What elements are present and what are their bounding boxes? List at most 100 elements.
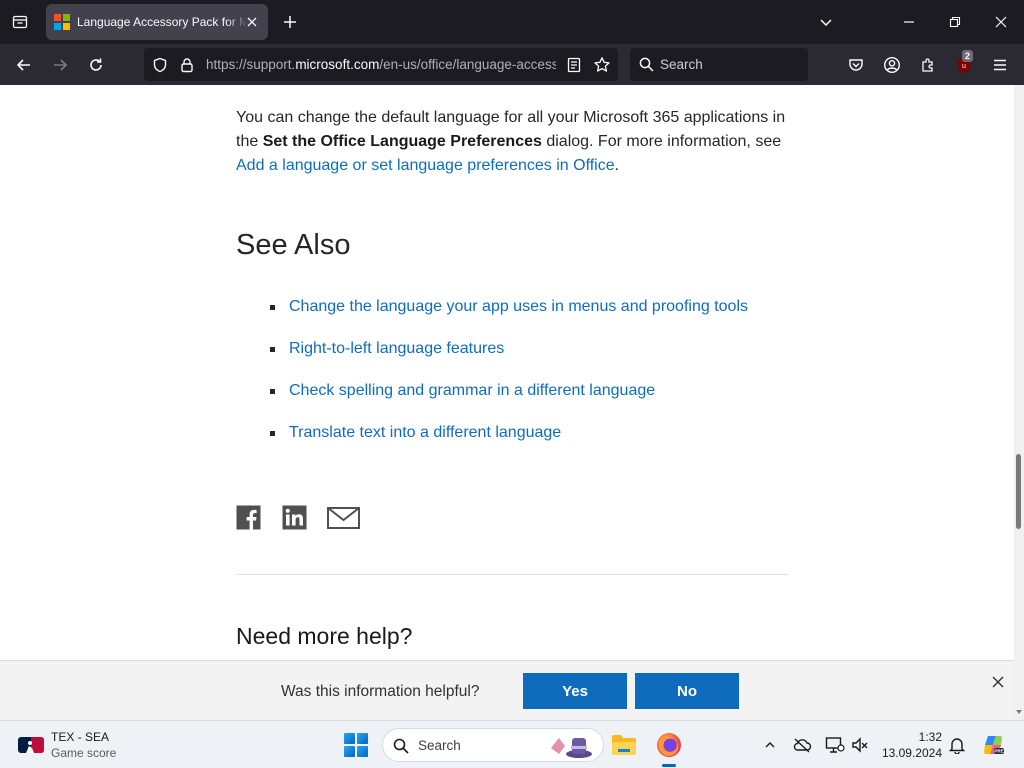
show-hidden-icons-button[interactable] [760, 735, 780, 755]
see-also-link[interactable]: Translate text into a different language [289, 421, 561, 445]
copilot-icon: PRE [984, 736, 1004, 754]
windows-logo-icon [357, 733, 368, 744]
display-tray-button[interactable] [825, 735, 845, 755]
widget-subtitle: Game score [51, 746, 117, 760]
app-menu-button[interactable] [986, 51, 1014, 79]
page-viewport: You can change the default language for … [0, 85, 1014, 720]
feedback-question: Was this information helpful? [281, 683, 480, 700]
feedback-no-button[interactable]: No [635, 673, 739, 709]
volume-tray-button[interactable] [850, 735, 870, 755]
tab-list-icon [12, 15, 28, 29]
firefox-taskbar-button[interactable] [653, 729, 685, 761]
scrollbar-thumb[interactable] [1016, 454, 1021, 529]
tracking-protection-icon[interactable] [150, 55, 170, 75]
search-highlight-icon [551, 738, 592, 758]
feedback-bar: Was this information helpful? Yes No [0, 660, 1014, 720]
feedback-yes-button[interactable]: Yes [523, 673, 627, 709]
site-security-icon[interactable] [177, 55, 197, 75]
monitor-icon [825, 737, 845, 753]
url-path: /en-us/office/language-accessory-pack-fo… [379, 57, 556, 72]
shield-icon [153, 57, 167, 73]
tab-close-button[interactable] [242, 12, 262, 32]
active-tab[interactable]: Language Accessory Pack for Microsoft 36… [46, 4, 268, 40]
feedback-close-button[interactable] [992, 675, 1008, 691]
bullet [270, 389, 275, 394]
extensions-button[interactable] [914, 51, 942, 79]
window-close-button[interactable] [987, 8, 1015, 36]
mlb-logo-icon [18, 737, 44, 753]
page-scrollbar[interactable] [1014, 85, 1024, 720]
browser-navbar: https://support.microsoft.com/en-us/offi… [0, 44, 1024, 85]
onedrive-tray-button[interactable] [792, 735, 812, 755]
intro-paragraph: You can change the default language for … [236, 106, 796, 178]
svg-text:u: u [962, 63, 966, 70]
extension-badge: 2 [962, 50, 974, 62]
see-also-link[interactable]: Right-to-left language features [289, 337, 504, 361]
close-icon [995, 16, 1007, 28]
bookmark-button[interactable] [592, 55, 612, 75]
copilot-button[interactable]: PRE [980, 732, 1006, 758]
notifications-button[interactable] [947, 735, 967, 755]
clock-date: 13.09.2024 [881, 746, 942, 760]
taskbar-search[interactable]: Search [382, 728, 604, 762]
tab-title: Language Accessory Pack for Microsoft 36… [77, 15, 247, 29]
share-facebook-button[interactable] [236, 505, 270, 531]
scroll-down-arrow-icon[interactable] [1015, 708, 1023, 716]
account-icon [883, 56, 901, 74]
minimize-button[interactable] [895, 8, 923, 36]
cloud-offline-icon [793, 738, 812, 753]
browser-tabbar: Language Accessory Pack for Microsoft 36… [0, 0, 1024, 44]
microsoft-logo-icon [54, 14, 70, 30]
facebook-icon [236, 505, 261, 530]
start-button[interactable] [344, 733, 368, 757]
url-prefix: https://support. [206, 57, 296, 72]
pocket-button[interactable] [842, 51, 870, 79]
see-also-link[interactable]: Change the language your app uses in men… [289, 295, 748, 319]
back-button[interactable] [10, 51, 38, 79]
forward-button[interactable] [46, 51, 74, 79]
share-linkedin-button[interactable] [282, 505, 316, 531]
list-tabs-dropdown-button[interactable] [812, 8, 840, 36]
list-all-tabs-button[interactable] [6, 8, 34, 36]
language-preferences-link[interactable]: Add a language or set language preferenc… [236, 157, 615, 174]
share-email-button[interactable] [327, 505, 361, 531]
url-text[interactable]: https://support.microsoft.com/en-us/offi… [206, 57, 556, 72]
mail-icon [327, 507, 360, 529]
intro-text: . [614, 157, 620, 174]
reload-button[interactable] [82, 51, 110, 79]
search-bar[interactable]: Search [630, 48, 808, 81]
reader-view-button[interactable] [564, 55, 584, 75]
url-host: microsoft.com [295, 57, 380, 72]
plus-icon [284, 16, 296, 28]
search-icon [393, 738, 409, 754]
puzzle-icon [922, 58, 933, 72]
arrow-left-icon [16, 59, 30, 71]
folder-icon [612, 735, 636, 755]
star-icon [594, 57, 610, 72]
account-button[interactable] [878, 51, 906, 79]
close-icon [992, 676, 1004, 688]
chevron-up-icon [765, 742, 775, 748]
sports-widget[interactable]: TEX - SEA Game score [16, 729, 146, 763]
see-also-link[interactable]: Check spelling and grammar in a differen… [289, 379, 655, 403]
lock-icon [181, 58, 193, 73]
windows-logo-icon [344, 746, 355, 757]
system-clock[interactable]: 1:32 13.09.2024 [878, 729, 942, 761]
restore-icon [949, 16, 961, 28]
intro-bold-text: Set the Office Language Preferences [262, 133, 542, 150]
arrow-right-icon [54, 59, 68, 71]
file-explorer-button[interactable] [608, 729, 640, 761]
speaker-muted-icon [852, 737, 868, 753]
firefox-icon [657, 733, 681, 757]
see-also-heading: See Also [236, 229, 351, 261]
svg-text:PRE: PRE [994, 749, 1003, 754]
clock-time: 1:32 [918, 730, 942, 744]
new-tab-button[interactable] [278, 10, 302, 34]
search-icon [639, 57, 654, 72]
bullet [270, 431, 275, 436]
restore-button[interactable] [941, 8, 969, 36]
address-bar[interactable]: https://support.microsoft.com/en-us/offi… [144, 48, 618, 81]
hamburger-menu-icon [994, 59, 1006, 71]
bullet [270, 347, 275, 352]
divider [236, 574, 789, 575]
